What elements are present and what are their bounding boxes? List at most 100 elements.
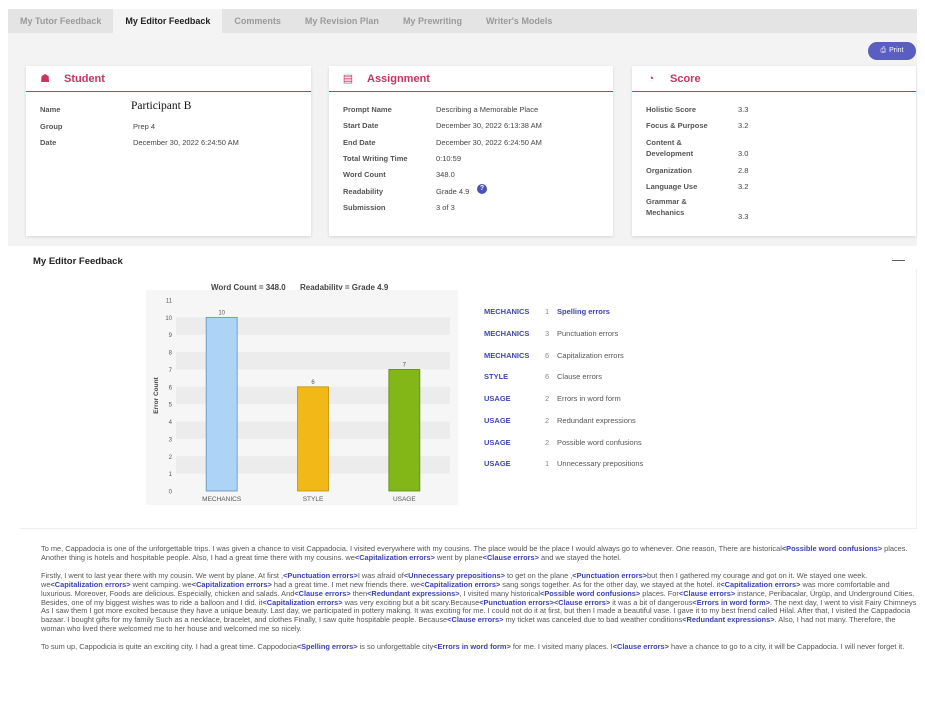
error-category: MECHANICS <box>484 328 530 338</box>
student-name-label: Name <box>40 105 61 114</box>
student-group-value: Prep 4 <box>133 122 156 131</box>
error-tag[interactable]: <Capitalization errors> <box>420 580 500 589</box>
total-writing-time-label: Total Writing Time <box>343 154 408 163</box>
print-button[interactable]: ⎙ Print <box>868 42 916 60</box>
error-tag[interactable]: <Capitalization errors> <box>720 580 800 589</box>
error-tag[interactable]: <Unnecessary prepositions> <box>404 571 505 580</box>
tab-my-prewriting[interactable]: My Prewriting <box>391 9 474 33</box>
error-count: 6 <box>545 350 550 360</box>
word-count-label: Word Count <box>343 170 386 179</box>
holistic-score-label: Holistic Score <box>646 105 697 114</box>
error-tag[interactable]: <Capitalization errors> <box>192 580 272 589</box>
error-category: STYLE <box>484 371 509 381</box>
error-category: USAGE <box>484 458 511 468</box>
essay-paragraph: Firstly, I went to last year there with … <box>41 571 917 634</box>
essay-text-run: places. For <box>640 588 679 598</box>
student-card: ☗ Student Name Participant B Group Prep … <box>26 66 311 236</box>
error-row[interactable]: USAGE 1 Unnecessary prepositions <box>484 457 643 469</box>
y-tick-label: 1 <box>169 472 173 478</box>
holistic-score-value: 3.3 <box>738 105 749 114</box>
error-category: MECHANICS <box>484 306 530 316</box>
essay-text-run: is so unforgettable city <box>357 642 434 652</box>
assignment-card: ▤ Assignment Prompt Name Describing a Me… <box>329 66 613 236</box>
readability-label: Readability <box>343 187 384 196</box>
bar-usage <box>388 369 421 492</box>
error-tag[interactable]: <Redundant expressions> <box>682 615 774 624</box>
y-tick-label: 5 <box>169 403 173 409</box>
error-count: 6 <box>545 371 550 381</box>
error-name: Capitalization errors <box>557 350 624 360</box>
y-tick-label: 7 <box>169 368 173 374</box>
error-tag[interactable]: <Errors in word form> <box>433 642 511 651</box>
y-tick-label: 6 <box>169 385 173 391</box>
tab-writers-models[interactable]: Writer's Models <box>474 9 565 33</box>
focus-purpose-label: Focus & Purpose <box>646 121 708 130</box>
error-tag[interactable]: <Errors in word form> <box>692 598 770 607</box>
language-use-label: Language Use <box>646 182 698 191</box>
student-date-label: Date <box>40 138 57 147</box>
error-tag[interactable]: <Punctuation errors> <box>572 571 647 580</box>
y-tick-label: 9 <box>169 333 173 339</box>
error-category: USAGE <box>484 437 511 447</box>
grammar-mechanics-label-2: Mechanics <box>646 208 685 217</box>
error-tag[interactable]: <Clause errors> <box>554 598 610 607</box>
error-tag[interactable]: <Capitalization errors> <box>50 580 130 589</box>
help-icon[interactable]: ? <box>477 184 487 194</box>
bar-data-label: 6 <box>311 380 315 386</box>
essay-text-run: my ticket was canceled due to bad weathe… <box>503 615 683 625</box>
y-axis-label: Error Count <box>153 376 160 413</box>
y-tick-label: 8 <box>169 351 173 357</box>
error-tag[interactable]: <Punctuation errors> <box>479 598 554 607</box>
essay-text-run: To me, Cappadocia is one of the unforget… <box>41 544 782 553</box>
essay-text: To me, Cappadocia is one of the unforget… <box>41 544 917 661</box>
error-row[interactable]: MECHANICS 1 Spelling errors <box>484 305 610 317</box>
error-tag[interactable]: <Clause errors> <box>483 553 539 562</box>
error-tag[interactable]: <Clause errors> <box>447 615 503 624</box>
y-tick-label: 11 <box>166 299 173 305</box>
organization-value: 2.8 <box>738 166 749 175</box>
error-row[interactable]: MECHANICS 6 Capitalization errors <box>484 349 624 361</box>
submission-label: Submission <box>343 203 386 212</box>
prompt-name-value: Describing a Memorable Place <box>436 105 539 114</box>
tab-comments[interactable]: Comments <box>222 9 293 33</box>
y-tick-label: 4 <box>169 420 173 426</box>
error-tag[interactable]: <Possible word confusions> <box>540 589 640 598</box>
error-tag[interactable]: <Capitalization errors> <box>262 598 342 607</box>
error-row[interactable]: MECHANICS 3 Punctuation errors <box>484 327 618 339</box>
start-date-value: December 30, 2022 6:13:38 AM <box>436 121 542 130</box>
error-name: Spelling errors <box>557 306 610 316</box>
error-name: Unnecessary prepositions <box>557 458 644 468</box>
error-name: Errors in word form <box>557 393 621 403</box>
error-tag[interactable]: <Punctuation errors> <box>283 571 358 580</box>
print-label: Print <box>889 47 904 54</box>
x-tick-label: USAGE <box>393 496 416 503</box>
tab-my-editor-feedback[interactable]: My Editor Feedback <box>113 9 223 33</box>
tab-my-tutor-feedback[interactable]: My Tutor Feedback <box>8 9 113 33</box>
y-tick-label: 0 <box>169 490 173 496</box>
submission-value: 3 of 3 <box>436 203 455 212</box>
error-row[interactable]: USAGE 2 Errors in word form <box>484 392 621 404</box>
error-tag[interactable]: <Possible word confusions> <box>782 544 882 553</box>
error-tag[interactable]: <Clause errors> <box>294 589 350 598</box>
error-tag[interactable]: <Capitalization errors> <box>355 553 435 562</box>
error-row[interactable]: USAGE 2 Possible word confusions <box>484 436 642 448</box>
end-date-label: End Date <box>343 138 376 147</box>
essay-text-run: went by plane <box>434 552 483 562</box>
document-icon: ▤ <box>342 73 354 85</box>
grammar-mechanics-value: 3.3 <box>738 212 749 221</box>
tab-my-revision-plan[interactable]: My Revision Plan <box>293 9 391 33</box>
student-group-label: Group <box>40 122 63 131</box>
pie-chart-icon: ◔ <box>647 72 655 85</box>
error-tag[interactable]: <Clause errors> <box>613 642 669 651</box>
bar-data-label: 10 <box>218 310 225 316</box>
error-row[interactable]: USAGE 2 Redundant expressions <box>484 414 636 426</box>
error-tag[interactable]: <Redundant expressions> <box>367 589 459 598</box>
error-count: 3 <box>545 328 550 338</box>
collapse-icon[interactable]: — <box>892 252 905 267</box>
essay-text-run: it was a bit of dangerous <box>610 597 693 607</box>
error-row[interactable]: STYLE 6 Clause errors <box>484 370 602 382</box>
error-tag[interactable]: <Spelling errors> <box>297 642 358 651</box>
error-tag[interactable]: <Clause errors> <box>679 589 735 598</box>
error-name: Clause errors <box>557 371 603 381</box>
error-category: USAGE <box>484 415 511 425</box>
